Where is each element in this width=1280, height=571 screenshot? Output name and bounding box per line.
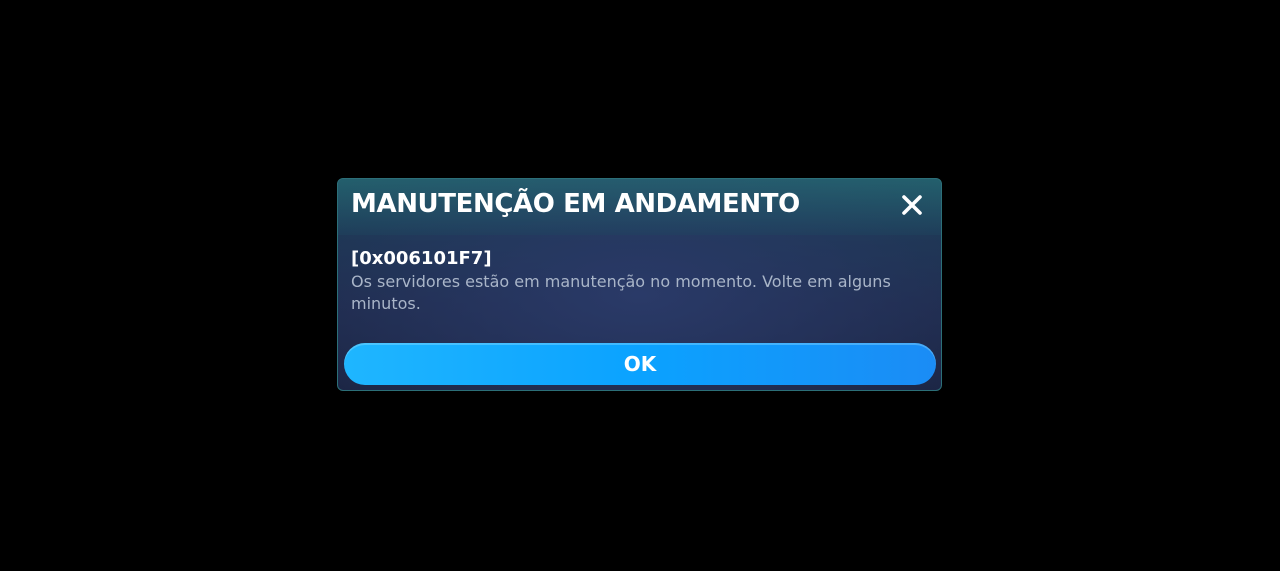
ok-button[interactable]: OK [344,343,936,385]
dialog-title: MANUTENÇÃO EM ANDAMENTO [351,189,800,219]
dialog-header: MANUTENÇÃO EM ANDAMENTO [338,179,941,235]
close-button[interactable] [900,193,924,217]
maintenance-dialog: MANUTENÇÃO EM ANDAMENTO [0x006101F7] Os … [337,178,942,391]
close-icon [902,195,922,215]
error-code: [0x006101F7] [351,248,492,269]
error-message: Os servidores estão em manutenção no mom… [351,272,891,313]
